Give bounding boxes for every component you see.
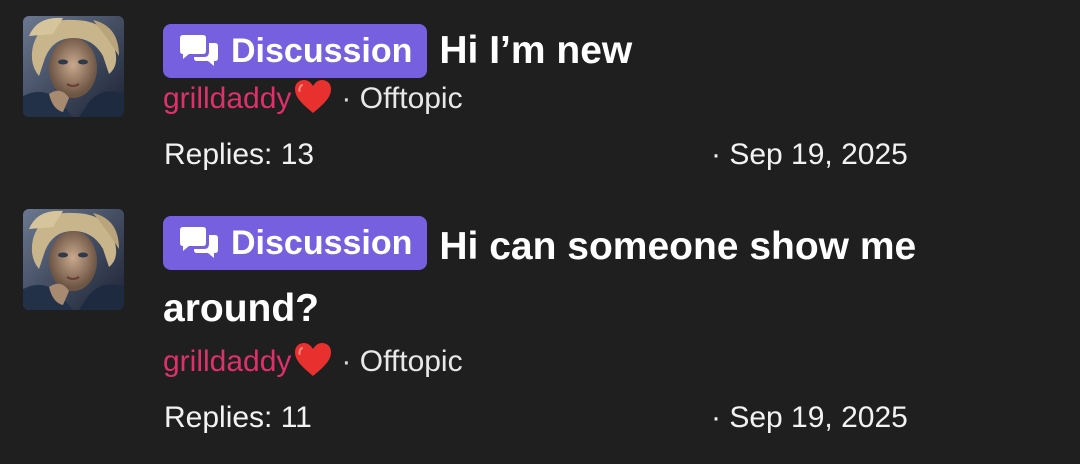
forum-link[interactable]: Offtopic bbox=[360, 82, 463, 115]
thread-stats: Replies: 13 · Sep 19, 2025 bbox=[163, 135, 1043, 175]
thread-meta: grilldaddy · Offtopic bbox=[163, 342, 1043, 382]
chat-bubbles-icon bbox=[177, 224, 221, 260]
prefix-label: Discussion bbox=[231, 224, 413, 262]
meta-separator: · bbox=[341, 82, 352, 115]
avatar[interactable] bbox=[23, 209, 124, 310]
avatar-image bbox=[23, 16, 124, 117]
avatar-image bbox=[23, 209, 124, 310]
prefix-label: Discussion bbox=[231, 32, 413, 70]
heart-icon bbox=[293, 79, 333, 115]
thread-stats: Replies: 11 · Sep 19, 2025 bbox=[163, 398, 1043, 438]
thread-title-link[interactable]: Hi I’m new bbox=[439, 29, 632, 72]
prefix-badge[interactable]: Discussion bbox=[163, 216, 428, 270]
thread-meta: grilldaddy · Offtopic bbox=[163, 79, 1043, 119]
thread-list: Discussion Hi I’m new grilldaddy · Offtop… bbox=[0, 0, 1080, 464]
prefix-badge[interactable]: Discussion bbox=[163, 24, 428, 78]
title-line: Discussion Hi can someone show me around… bbox=[163, 216, 1043, 340]
avatar[interactable] bbox=[23, 16, 124, 117]
reply-count: Replies: 11 bbox=[164, 401, 312, 434]
thread-item[interactable]: Discussion Hi can someone show me around… bbox=[0, 196, 1080, 464]
thread-item[interactable]: Discussion Hi I’m new grilldaddy · Offtop… bbox=[0, 0, 1080, 196]
reply-count: Replies: 13 bbox=[164, 138, 315, 171]
meta-separator: · bbox=[341, 345, 352, 378]
heart-icon bbox=[293, 342, 333, 378]
forum-link[interactable]: Offtopic bbox=[360, 345, 463, 378]
thread-content: Discussion Hi can someone show me around… bbox=[163, 216, 1043, 438]
author-link[interactable]: grilldaddy bbox=[163, 345, 291, 378]
author-link[interactable]: grilldaddy bbox=[163, 82, 291, 115]
thread-content: Discussion Hi I’m new grilldaddy · Offtop… bbox=[163, 24, 1043, 175]
title-line: Discussion Hi I’m new bbox=[163, 24, 1043, 78]
chat-bubbles-icon bbox=[177, 32, 221, 68]
last-post-date[interactable]: · Sep 19, 2025 bbox=[711, 135, 908, 175]
last-post-date[interactable]: · Sep 19, 2025 bbox=[711, 398, 908, 438]
